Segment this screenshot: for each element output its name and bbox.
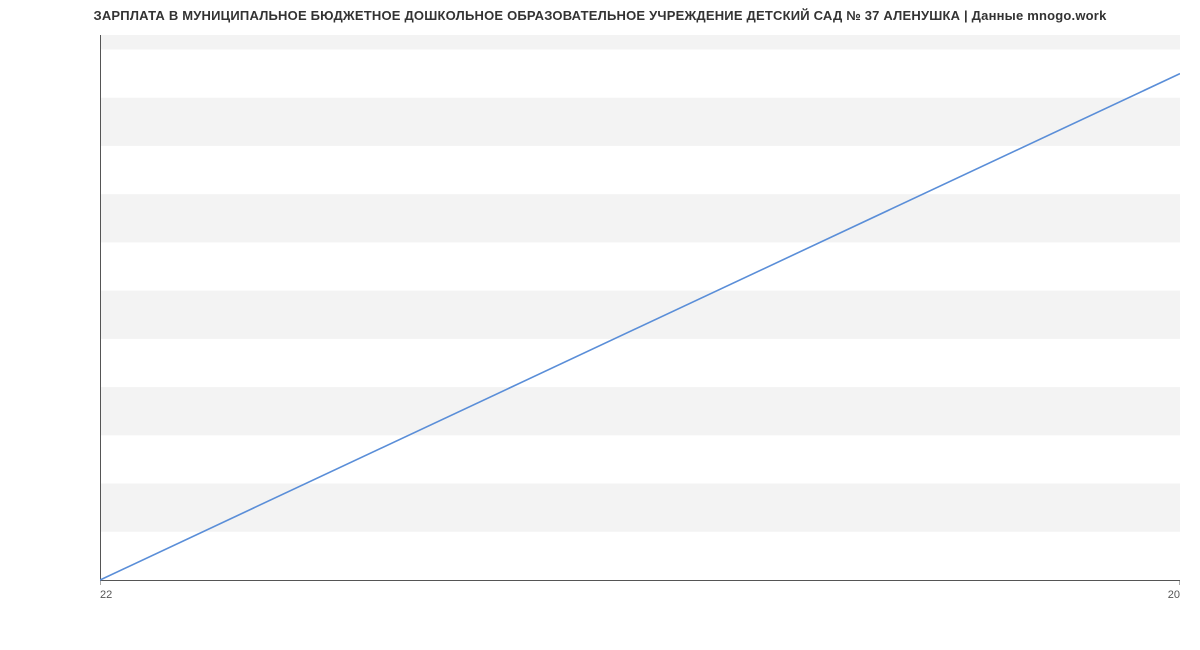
plot-area: 1400014500150001550016000165001700017500… — [100, 35, 1180, 605]
x-tick-label: 2022 — [100, 589, 112, 601]
chart-title: ЗАРПЛАТА В МУНИЦИПАЛЬНОЕ БЮДЖЕТНОЕ ДОШКО… — [0, 8, 1200, 23]
grid-band — [100, 194, 1180, 242]
x-tick-label: 2024 — [1168, 589, 1180, 601]
grid-band — [100, 291, 1180, 339]
grid-band — [100, 35, 1180, 49]
grid-band — [100, 484, 1180, 532]
grid-band — [100, 98, 1180, 146]
grid-band — [100, 387, 1180, 435]
line-chart: ЗАРПЛАТА В МУНИЦИПАЛЬНОЕ БЮДЖЕТНОЕ ДОШКО… — [0, 0, 1200, 650]
chart-svg: 1400014500150001550016000165001700017500… — [100, 35, 1180, 605]
